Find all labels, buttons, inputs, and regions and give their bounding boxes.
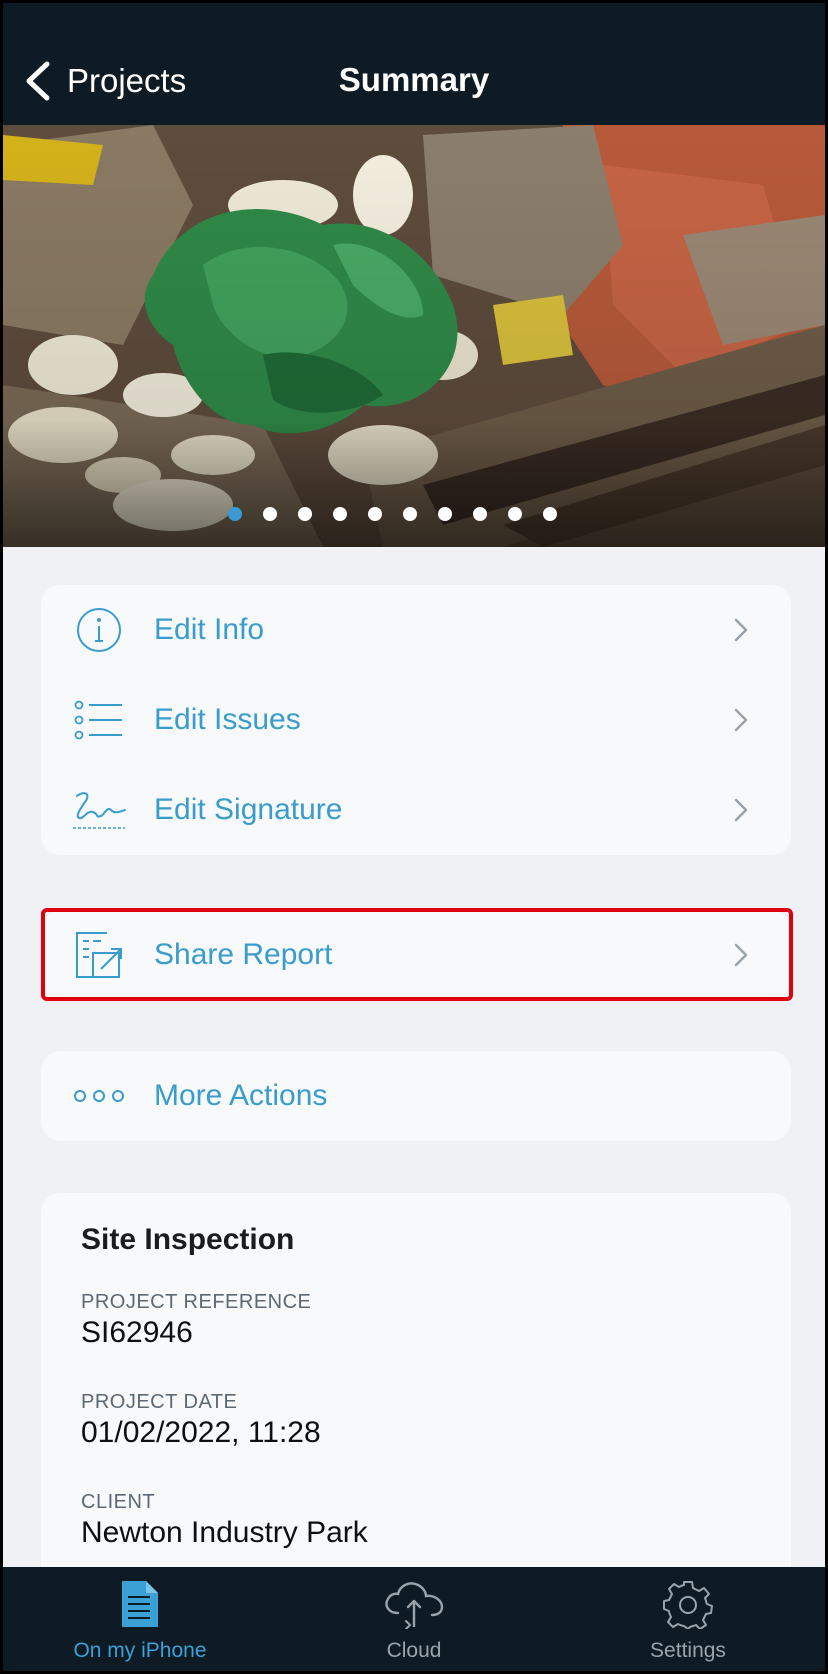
- tab-cloud[interactable]: Cloud: [277, 1567, 551, 1671]
- project-info-card: Site Inspection PROJECT REFERENCE SI6294…: [41, 1193, 791, 1613]
- tab-on-my-iphone[interactable]: On my iPhone: [3, 1567, 277, 1671]
- page-indicator[interactable]: [3, 507, 803, 521]
- more-actions-label: More Actions: [154, 1079, 328, 1112]
- edit-menu-card: Edit Info Edit Issues Edit Signature: [41, 585, 791, 855]
- document-icon: [122, 1581, 158, 1627]
- page-dot[interactable]: [367, 507, 382, 521]
- chevron-right-icon: [734, 943, 748, 967]
- page-dot[interactable]: [507, 507, 522, 521]
- share-report-icon: [71, 927, 127, 983]
- cloud-sync-icon: [385, 1582, 444, 1629]
- tab-label: Settings: [650, 1639, 726, 1662]
- more-dots-icon: [71, 1068, 127, 1124]
- client-label: CLIENT: [81, 1491, 156, 1513]
- chevron-right-icon: [734, 618, 748, 642]
- gear-icon: [663, 1581, 713, 1629]
- app-screen: Projects Summary Edit Info Edit Issues E…: [3, 3, 825, 1671]
- tab-bar: On my iPhone Cloud Settings: [3, 1567, 825, 1671]
- project-date-label: PROJECT DATE: [81, 1391, 238, 1413]
- client-value: Newton Industry Park: [81, 1516, 368, 1549]
- tab-label: Cloud: [386, 1639, 442, 1662]
- project-reference-value: SI62946: [81, 1316, 193, 1349]
- tab-label: On my iPhone: [73, 1639, 207, 1662]
- photo-carousel[interactable]: [3, 125, 825, 547]
- project-date-value: 01/02/2022, 11:28: [81, 1416, 321, 1449]
- page-title: Summary: [338, 61, 490, 98]
- edit-info-label: Edit Info: [154, 613, 265, 646]
- navigation-bar: Projects Summary: [3, 3, 825, 125]
- page-dot[interactable]: [437, 507, 452, 521]
- edit-signature-label: Edit Signature: [154, 793, 343, 826]
- share-report-card: Share Report: [41, 911, 791, 999]
- list-icon: [71, 692, 127, 748]
- page-dot[interactable]: [332, 507, 347, 521]
- debris-photo: [3, 125, 825, 547]
- signature-icon: [71, 782, 127, 838]
- info-icon: [71, 602, 127, 658]
- more-actions-row[interactable]: More Actions: [41, 1051, 791, 1141]
- page-dot[interactable]: [297, 507, 312, 521]
- page-dot[interactable]: [227, 507, 242, 521]
- project-reference-label: PROJECT REFERENCE: [81, 1291, 312, 1313]
- page-dot[interactable]: [402, 507, 417, 521]
- share-report-label: Share Report: [154, 938, 333, 971]
- chevron-right-icon: [734, 708, 748, 732]
- more-actions-card: More Actions: [41, 1051, 791, 1141]
- edit-issues-label: Edit Issues: [154, 703, 301, 736]
- chevron-right-icon: [734, 798, 748, 822]
- edit-issues-row[interactable]: Edit Issues: [41, 675, 791, 765]
- tab-settings[interactable]: Settings: [551, 1567, 825, 1671]
- page-dot[interactable]: [262, 507, 277, 521]
- page-dot[interactable]: [542, 507, 557, 521]
- project-title: Site Inspection: [81, 1223, 295, 1256]
- page-dot[interactable]: [472, 507, 487, 521]
- share-report-row[interactable]: Share Report: [41, 911, 791, 999]
- edit-signature-row[interactable]: Edit Signature: [41, 765, 791, 855]
- edit-info-row[interactable]: Edit Info: [41, 585, 791, 675]
